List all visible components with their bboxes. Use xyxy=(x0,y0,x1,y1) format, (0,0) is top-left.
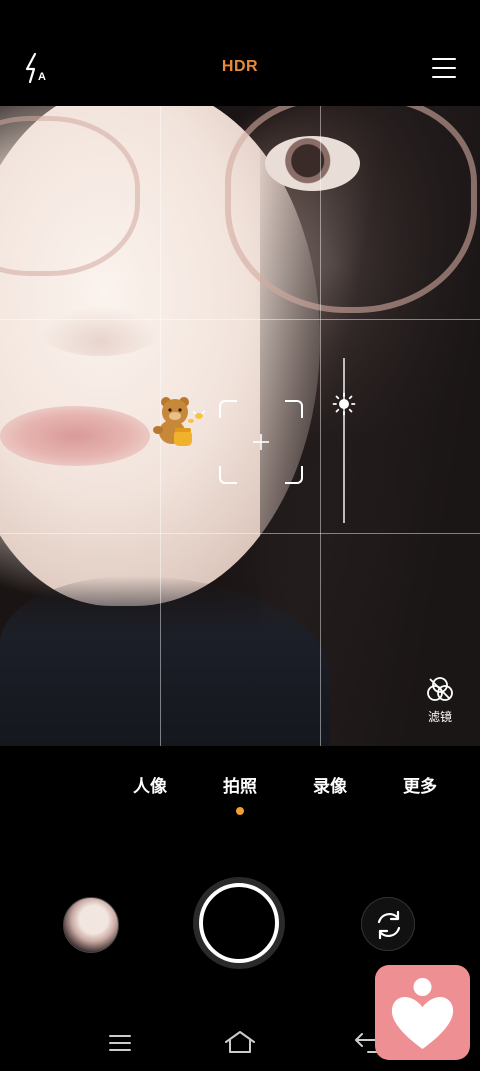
mode-photo[interactable]: 拍照 xyxy=(210,772,270,797)
camera-viewfinder[interactable]: 滤镜 xyxy=(0,106,480,746)
grid-line xyxy=(320,106,321,746)
shutter-ring[interactable] xyxy=(199,883,279,963)
preview-lips xyxy=(0,406,150,466)
filter-icon xyxy=(427,677,453,701)
exposure-slider[interactable] xyxy=(343,358,345,523)
selected-mode-indicator xyxy=(236,807,244,815)
filter-button[interactable]: 滤镜 xyxy=(420,676,460,728)
mode-portrait[interactable]: 人像 xyxy=(120,772,180,797)
heart-person-icon xyxy=(391,978,454,1049)
switch-camera-button[interactable] xyxy=(361,897,415,951)
floating-app-widget[interactable] xyxy=(375,965,470,1060)
mode-more[interactable]: 更多 xyxy=(390,772,450,797)
mode-video[interactable]: 录像 xyxy=(300,772,360,797)
nav-home-icon[interactable] xyxy=(224,1030,256,1054)
menu-icon[interactable] xyxy=(432,58,456,80)
preview-nose xyxy=(40,306,160,356)
focus-frame xyxy=(219,400,303,484)
filter-label: 滤镜 xyxy=(427,710,452,724)
mode-selector: 人像 拍照 录像 更多 xyxy=(0,772,480,802)
top-bar xyxy=(0,0,480,106)
switch-camera-icon xyxy=(377,910,401,940)
nav-menu-icon[interactable] xyxy=(108,1034,132,1052)
hdr-toggle[interactable]: HDR xyxy=(0,58,480,76)
preview-glasses-right xyxy=(225,106,477,313)
grid-line xyxy=(0,319,480,320)
bear-with-honey-sticker[interactable] xyxy=(144,390,208,454)
gallery-thumbnail[interactable] xyxy=(63,897,119,953)
grid-line xyxy=(0,533,480,534)
